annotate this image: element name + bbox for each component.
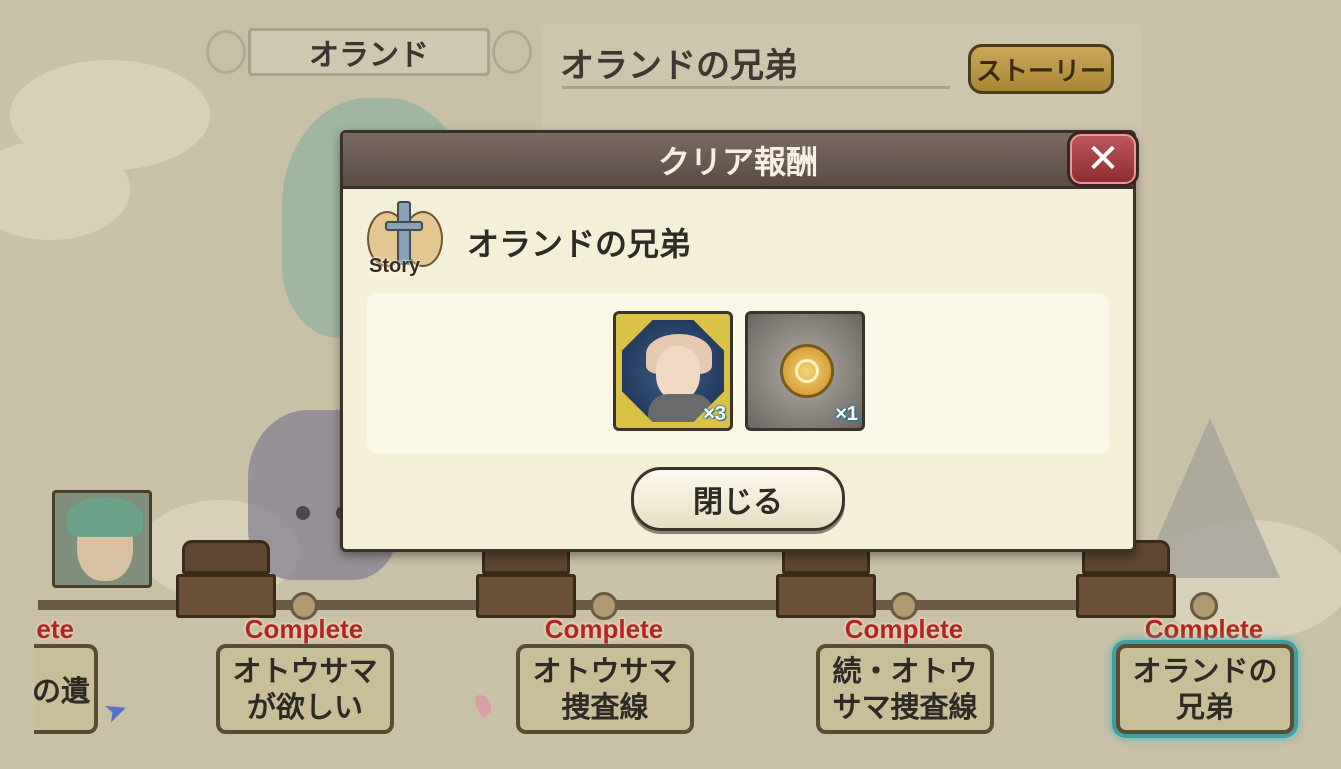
- stage-status-label: Complete: [1144, 614, 1264, 644]
- stage-status-label: Complete: [844, 614, 964, 644]
- stage-status-label: ete: [36, 614, 74, 644]
- stage-status-label: Complete: [244, 614, 364, 644]
- close-icon[interactable]: ✕: [1067, 131, 1139, 187]
- clear-reward-dialog: クリア報酬 ✕ Story オランドの兄弟 ×3 ×1 閉じる: [340, 130, 1139, 552]
- stage-card[interactable]: 続・オトウサマ捜査線: [816, 644, 994, 734]
- reward-quantity: ×1: [835, 403, 858, 425]
- reward-quantity: ×3: [703, 403, 726, 425]
- gold-coin-icon: [780, 344, 834, 398]
- reward-list: ×3 ×1: [367, 293, 1109, 453]
- chest-lid: [182, 540, 270, 574]
- close-button[interactable]: 閉じる: [631, 467, 845, 531]
- emblem-label: Story: [369, 255, 421, 277]
- chest-body: [176, 574, 276, 618]
- stage-card-selected[interactable]: オランドの兄弟: [1116, 644, 1294, 734]
- dialog-quest-title: オランドの兄弟: [467, 225, 692, 263]
- stage-card-partial[interactable]: の遺: [34, 644, 98, 734]
- dialog-header: クリア報酬: [343, 133, 1133, 189]
- ornament: [492, 30, 532, 74]
- petal-icon: [471, 691, 495, 719]
- treasure-chest-icon[interactable]: [176, 540, 276, 618]
- portrait-face: [656, 346, 700, 400]
- character-name-banner: オランド: [248, 28, 490, 76]
- avatar-hair: [67, 497, 143, 537]
- pointer-arrow-icon: ➤: [99, 690, 133, 731]
- stage-card[interactable]: オトウサマが欲しい: [216, 644, 394, 734]
- title-underline: [562, 86, 950, 89]
- chest-body: [776, 574, 876, 618]
- chest-body: [1076, 574, 1176, 618]
- story-emblem-icon: Story: [363, 201, 447, 283]
- game-screen: オランド オランドの兄弟 ストーリー ete の遺 Complete オトウサマ…: [0, 0, 1341, 769]
- robot-eye: [296, 506, 310, 520]
- reward-character-item[interactable]: ×3: [613, 311, 733, 431]
- stage-card[interactable]: オトウサマ捜査線: [516, 644, 694, 734]
- story-button[interactable]: ストーリー: [968, 44, 1114, 94]
- chest-body: [476, 574, 576, 618]
- reward-coin-item[interactable]: ×1: [745, 311, 865, 431]
- quest-title: オランドの兄弟: [560, 46, 798, 86]
- player-position-avatar: [52, 490, 152, 588]
- stage-status-label: Complete: [544, 614, 664, 644]
- emblem-guard: [385, 221, 423, 231]
- coin-emblem: [795, 359, 819, 383]
- ornament: [206, 30, 246, 74]
